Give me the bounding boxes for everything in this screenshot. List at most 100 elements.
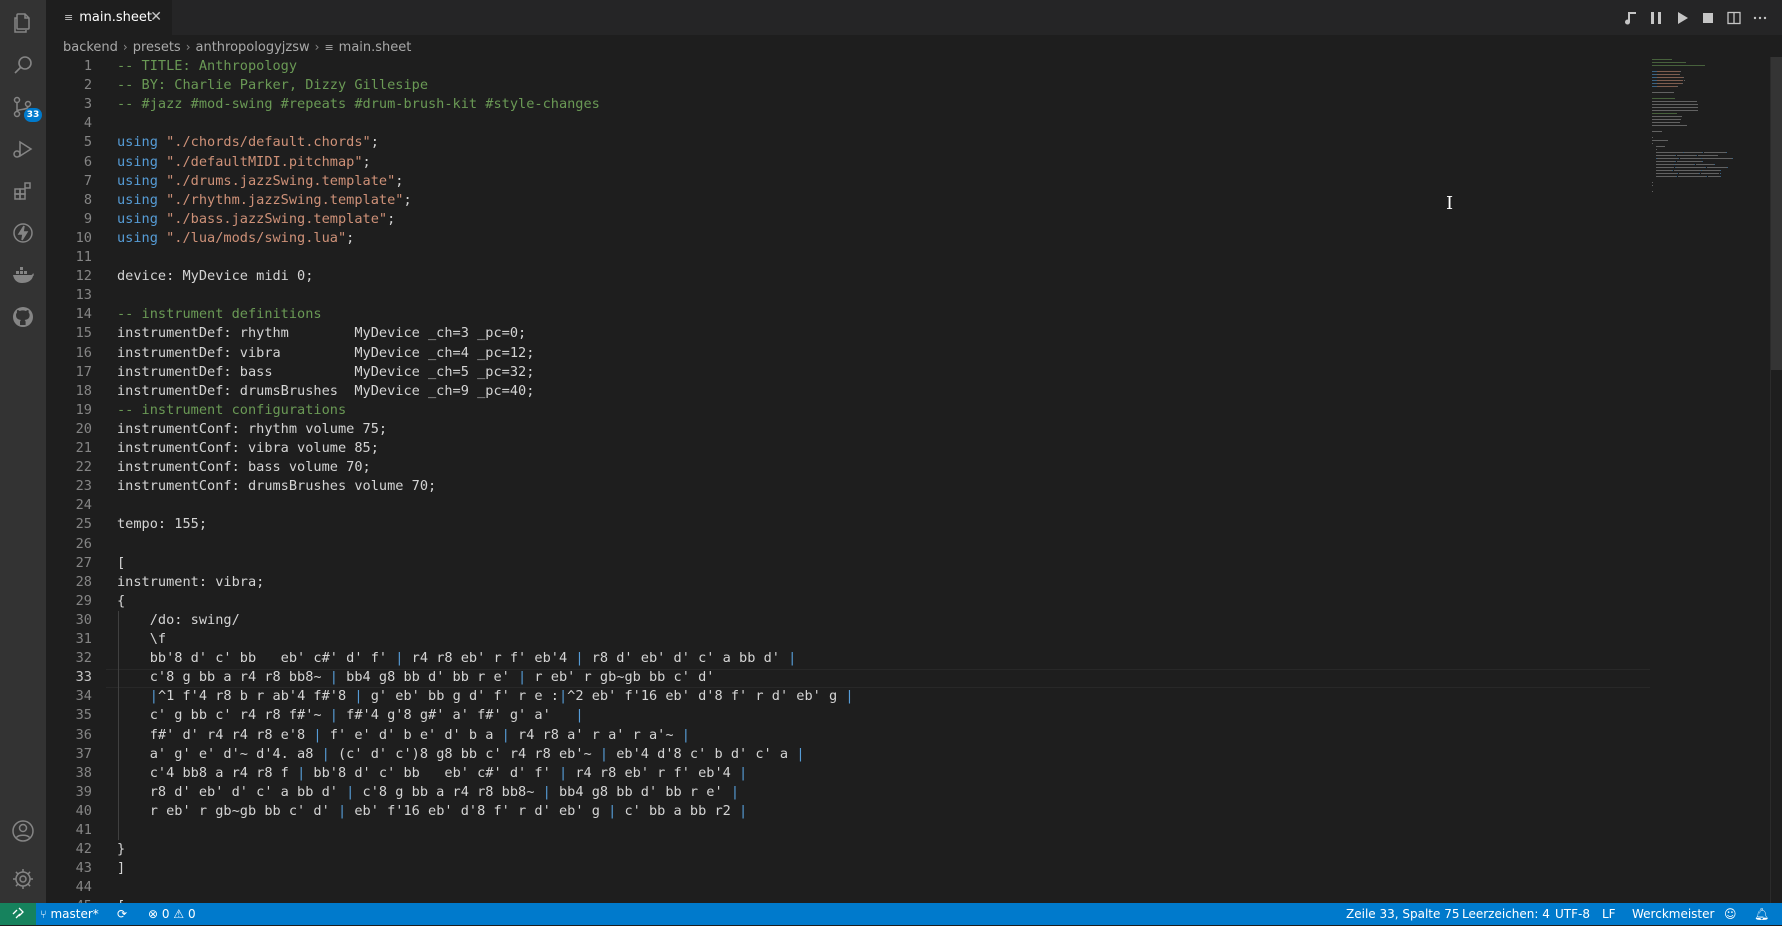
code-line[interactable]: 32 bb'8 d' c' bb eb' c#' d' f' | r4 r8 e… — [46, 649, 1650, 668]
code-line[interactable]: 14 -- instrument definitions — [46, 305, 1650, 324]
code-line[interactable]: 16 instrumentDef: vibra MyDevice _ch=4 _p… — [46, 344, 1650, 363]
indentation-status[interactable]: Leerzeichen: 4 — [1462, 903, 1550, 925]
code-line[interactable]: 34 |^1 f'4 r8 b r ab'4 f#'8 | g' eb' bb … — [46, 687, 1650, 706]
feedback-icon[interactable]: ☺ — [1724, 903, 1737, 925]
eol-status[interactable]: LF — [1602, 903, 1616, 925]
code-token: eb' f'16 eb' d'8 f' r d' eb' g — [346, 802, 609, 819]
code-editor[interactable]: 1 -- TITLE: Anthropology 2 -- BY: Charlie P… — [46, 57, 1650, 903]
extensions-icon[interactable] — [0, 168, 46, 214]
code-token: instrumentConf: drumsBrushes volume 70; — [117, 478, 437, 495]
code-line[interactable]: 35 c' g bb c' r4 r8 f#'~ | f#'4 g'8 g#' … — [46, 706, 1650, 725]
code-line[interactable]: 4 — [46, 114, 1650, 133]
code-line[interactable]: 2 -- BY: Charlie Parker, Dizzy Gillesipe — [46, 76, 1650, 95]
code-line[interactable]: 29 { — [46, 592, 1650, 611]
code-token: c'8 g bb a r4 r8 bb8~ — [354, 783, 543, 800]
code-line[interactable]: 9 using "./bass.jazzSwing.template"; — [46, 210, 1650, 229]
code-line[interactable]: 40 r eb' r gb~gb bb c' d' | eb' f'16 eb'… — [46, 802, 1650, 821]
code-line[interactable]: 17 instrumentDef: bass MyDevice _ch=5 _pc… — [46, 363, 1650, 382]
code-line[interactable]: 42} — [46, 840, 1650, 859]
minimap-line — [1679, 158, 1701, 159]
stop-icon[interactable] — [1698, 8, 1718, 28]
scrollbar-thumb[interactable] — [1771, 57, 1782, 370]
minimap-line — [1679, 74, 1680, 75]
branch-status[interactable]: ⑂ master* — [40, 903, 99, 925]
code-token: r8 d' eb' d' c' a bb d' — [583, 650, 789, 667]
code-line[interactable]: 15 instrumentDef: rhythm MyDevice _ch=3 _… — [46, 324, 1650, 343]
code-line[interactable]: 18 instrumentDef: drumsBrushes MyDevice _… — [46, 382, 1650, 401]
code-token: g' eb' bb g d' f' r e : — [362, 688, 559, 705]
tab-label: main.sheet — [79, 10, 152, 25]
settings-gear-icon[interactable] — [0, 856, 46, 902]
code-line[interactable]: 21 instrumentConf: vibra volume 85; — [46, 439, 1650, 458]
lightning-icon[interactable] — [0, 210, 46, 256]
code-line[interactable]: 37 a' g' e' d'~ d'4. a8 | (c' d' c')8 g8… — [46, 745, 1650, 764]
minimap-line — [1657, 80, 1684, 81]
code-line[interactable]: 39 r8 d' eb' d' c' a bb d' | c'8 g bb a … — [46, 783, 1650, 802]
minimap[interactable] — [1650, 57, 1770, 903]
remote-indicator[interactable] — [0, 903, 36, 925]
code-line[interactable]: 24 — [46, 496, 1650, 515]
problems-status[interactable]: ⊗ 0 ⚠ 0 — [148, 903, 196, 925]
code-line[interactable]: 44 — [46, 878, 1650, 897]
code-line[interactable]: 8 using "./rhythm.jazzSwing.template"; — [46, 191, 1650, 210]
breadcrumb-item-file[interactable]: main.sheet — [339, 40, 412, 55]
code-line[interactable]: 13 — [46, 286, 1650, 305]
account-icon[interactable] — [0, 808, 46, 854]
language-mode[interactable]: Werckmeister — [1632, 903, 1714, 925]
line-code: instrumentConf: rhythm volume 75; — [117, 420, 387, 439]
code-token: { — [117, 592, 126, 609]
code-line[interactable]: 23 instrumentConf: drumsBrushes volume 70… — [46, 477, 1650, 496]
encoding-status[interactable]: UTF-8 — [1555, 903, 1590, 925]
code-line[interactable]: 3 -- #jazz #mod-swing #repeats #drum-brus… — [46, 95, 1650, 114]
code-line[interactable]: 31 \f — [46, 630, 1650, 649]
code-line[interactable]: 7 using "./drums.jazzSwing.template"; — [46, 172, 1650, 191]
code-line[interactable]: 1 -- TITLE: Anthropology — [46, 57, 1650, 76]
breadcrumb-item-folder[interactable]: anthropologyjzsw — [196, 40, 310, 55]
line-number: 41 — [75, 822, 92, 838]
pause-icon[interactable] — [1646, 8, 1666, 28]
code-line[interactable]: 20 instrumentConf: rhythm volume 75; — [46, 420, 1650, 439]
play-icon[interactable] — [1672, 8, 1692, 28]
minimap-line — [1656, 158, 1679, 159]
code-line[interactable]: 10 using "./lua/mods/swing.lua"; — [46, 229, 1650, 248]
vertical-scrollbar[interactable] — [1770, 57, 1782, 903]
run-debug-icon[interactable] — [0, 126, 46, 172]
code-line[interactable]: 26 — [46, 535, 1650, 554]
line-code: device: MyDevice midi 0; — [117, 267, 313, 286]
code-line[interactable]: 43] — [46, 859, 1650, 878]
code-line[interactable]: 28 instrument: vibra; — [46, 573, 1650, 592]
code-token: \f — [117, 631, 167, 647]
code-line[interactable]: 38 c'4 bb8 a r4 r8 f | bb'8 d' c' bb eb'… — [46, 764, 1650, 783]
tab-main-sheet[interactable]: ≡ main.sheet ✕ — [46, 0, 172, 35]
music-note-icon[interactable] — [1620, 8, 1640, 28]
code-line[interactable]: 19 -- instrument configurations — [46, 401, 1650, 420]
code-line[interactable]: 11 — [46, 248, 1650, 267]
code-line[interactable]: 36 f#' d' r4 r4 r8 e'8 | f' e' d' b e' d… — [46, 726, 1650, 745]
code-line[interactable]: 22 instrumentConf: bass volume 70; — [46, 458, 1650, 477]
bell-icon[interactable]: 🔔︎ — [1754, 903, 1769, 925]
git-branch-icon: ⑂ — [40, 908, 47, 921]
code-line[interactable]: 30 /do: swing/ — [46, 611, 1650, 630]
github-icon[interactable] — [0, 294, 46, 340]
docker-icon[interactable] — [0, 252, 46, 298]
code-line[interactable]: 12 device: MyDevice midi 0; — [46, 267, 1650, 286]
source-control-icon[interactable]: 33 — [0, 84, 46, 130]
code-token: ; — [387, 210, 396, 227]
code-line[interactable]: 25 tempo: 155; — [46, 515, 1650, 534]
more-actions-icon[interactable] — [1750, 8, 1770, 28]
line-code: using "./defaultMIDI.pitchmap"; — [117, 153, 371, 172]
sync-icon[interactable]: ⟳ — [117, 903, 127, 925]
breadcrumb-item-presets[interactable]: presets — [133, 40, 181, 55]
code-line[interactable]: 6 using "./defaultMIDI.pitchmap"; — [46, 153, 1650, 172]
search-icon[interactable] — [0, 42, 46, 88]
close-icon[interactable]: ✕ — [150, 9, 162, 25]
breadcrumb-item-backend[interactable]: backend — [63, 40, 118, 55]
code-line[interactable]: 33 c'8 g bb a r4 r8 bb8~ | bb4 g8 bb d' … — [46, 668, 1650, 689]
minimap-line — [1720, 176, 1722, 177]
code-line[interactable]: 41 — [46, 821, 1650, 840]
files-icon[interactable] — [0, 0, 46, 46]
cursor-position[interactable]: Zeile 33, Spalte 75 — [1346, 903, 1459, 925]
split-editor-icon[interactable] — [1724, 8, 1744, 28]
code-line[interactable]: 27 [ — [46, 554, 1650, 573]
code-line[interactable]: 5 using "./chords/default.chords"; — [46, 133, 1650, 152]
